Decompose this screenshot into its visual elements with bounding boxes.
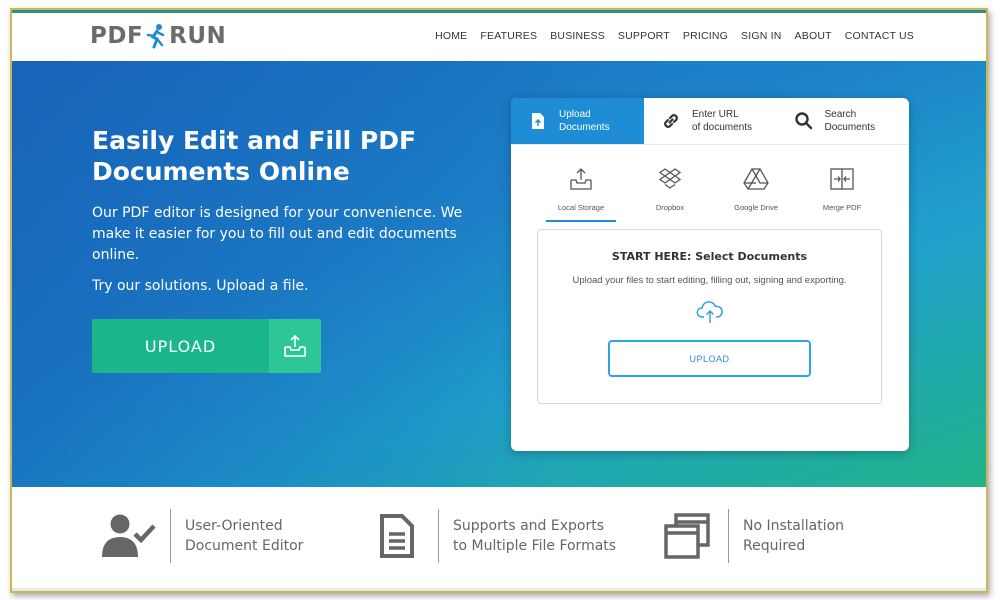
hero-section: Easily Edit and Fill PDF Documents Onlin… xyxy=(12,61,986,487)
main-nav: HOME FEATURES BUSINESS SUPPORT PRICING S… xyxy=(422,30,914,42)
source-dropbox[interactable]: Dropbox xyxy=(638,167,702,222)
search-icon xyxy=(793,110,815,132)
hero-description: Our PDF editor is designed for your conv… xyxy=(92,205,463,263)
nav-pricing[interactable]: PRICING xyxy=(683,30,728,42)
source-google-drive-label: Google Drive xyxy=(734,203,778,212)
dropzone-upload-button[interactable]: UPLOAD xyxy=(608,340,811,377)
tab-search-line2: Documents xyxy=(824,122,876,133)
logo-text-right: RUN xyxy=(169,23,227,49)
logo-text-left: PDF xyxy=(90,23,144,49)
feature-no-installation: No Installation Required xyxy=(658,509,844,563)
tab-url-line1: Enter URL xyxy=(692,109,739,120)
tab-enter-url[interactable]: Enter URL of documents xyxy=(644,98,777,144)
source-list: Local Storage Dropbox Google Drive Merge… xyxy=(511,167,909,222)
tab-upload-line2: Documents xyxy=(559,122,610,133)
features-strip: User-Oriented Document Editor Supports a… xyxy=(12,487,986,591)
feature-divider xyxy=(728,509,729,563)
link-icon xyxy=(660,110,682,132)
nav-support[interactable]: SUPPORT xyxy=(618,30,670,42)
feature-file-formats: Supports and Exports to Multiple File Fo… xyxy=(368,509,616,563)
hero-title: Easily Edit and Fill PDF Documents Onlin… xyxy=(92,126,417,186)
source-merge-pdf[interactable]: Merge PDF xyxy=(810,167,874,222)
feature-text: Supports and Exports to Multiple File Fo… xyxy=(453,518,617,554)
dropbox-icon xyxy=(658,168,682,189)
cloud-upload-icon xyxy=(538,300,881,328)
source-dropbox-label: Dropbox xyxy=(655,203,685,212)
tab-upload-line1: Upload xyxy=(559,109,591,120)
hero-upload-label: UPLOAD xyxy=(92,319,269,373)
nav-contact-us[interactable]: CONTACT US xyxy=(845,30,914,42)
hero-try-text: Try our solutions. Upload a file. xyxy=(92,278,309,294)
card-tabs: Upload Documents Enter URL of documents xyxy=(511,98,909,145)
feature-user-oriented: User-Oriented Document Editor xyxy=(100,509,303,563)
user-check-icon xyxy=(100,511,158,561)
source-local-storage[interactable]: Local Storage xyxy=(546,167,616,222)
source-local-storage-label: Local Storage xyxy=(557,203,605,212)
runner-icon xyxy=(146,24,165,49)
windows-stack-icon xyxy=(658,511,716,561)
site-header: PDF RUN HOME FEATURES BUSINESS SUPPORT P… xyxy=(12,13,986,61)
upload-card: Upload Documents Enter URL of documents xyxy=(511,98,909,451)
dropzone-subtitle: Upload your files to start editing, fill… xyxy=(572,275,847,286)
feature-divider xyxy=(438,509,439,563)
nav-home[interactable]: HOME xyxy=(435,30,467,42)
file-upload-icon xyxy=(527,110,549,132)
tab-search-line1: Search xyxy=(824,109,857,120)
feature-text: User-Oriented Document Editor xyxy=(185,518,304,554)
feature-text: No Installation Required xyxy=(743,518,845,554)
document-icon xyxy=(368,511,426,561)
tab-search-documents[interactable]: Search Documents xyxy=(777,98,910,144)
page-frame: PDF RUN HOME FEATURES BUSINESS SUPPORT P… xyxy=(10,8,988,593)
nav-business[interactable]: BUSINESS xyxy=(550,30,605,42)
merge-icon xyxy=(830,168,854,190)
hero-upload-button[interactable]: UPLOAD xyxy=(92,319,321,373)
tray-upload-icon xyxy=(570,168,592,190)
tab-upload-documents[interactable]: Upload Documents xyxy=(511,98,644,144)
feature-divider xyxy=(170,509,171,563)
source-google-drive[interactable]: Google Drive xyxy=(724,167,788,222)
dropzone[interactable]: START HERE: Select Documents Upload your… xyxy=(537,229,882,404)
dropzone-title: START HERE: Select Documents xyxy=(611,250,808,263)
nav-features[interactable]: FEATURES xyxy=(480,30,537,42)
source-merge-pdf-label: Merge PDF xyxy=(822,203,862,212)
nav-sign-in[interactable]: SIGN IN xyxy=(741,30,782,42)
google-drive-icon xyxy=(743,168,769,190)
bottom-line xyxy=(12,588,986,591)
upload-tray-icon xyxy=(269,319,321,373)
nav-about[interactable]: ABOUT xyxy=(795,30,832,42)
logo[interactable]: PDF RUN xyxy=(90,23,226,49)
tab-url-line2: of documents xyxy=(692,122,753,133)
